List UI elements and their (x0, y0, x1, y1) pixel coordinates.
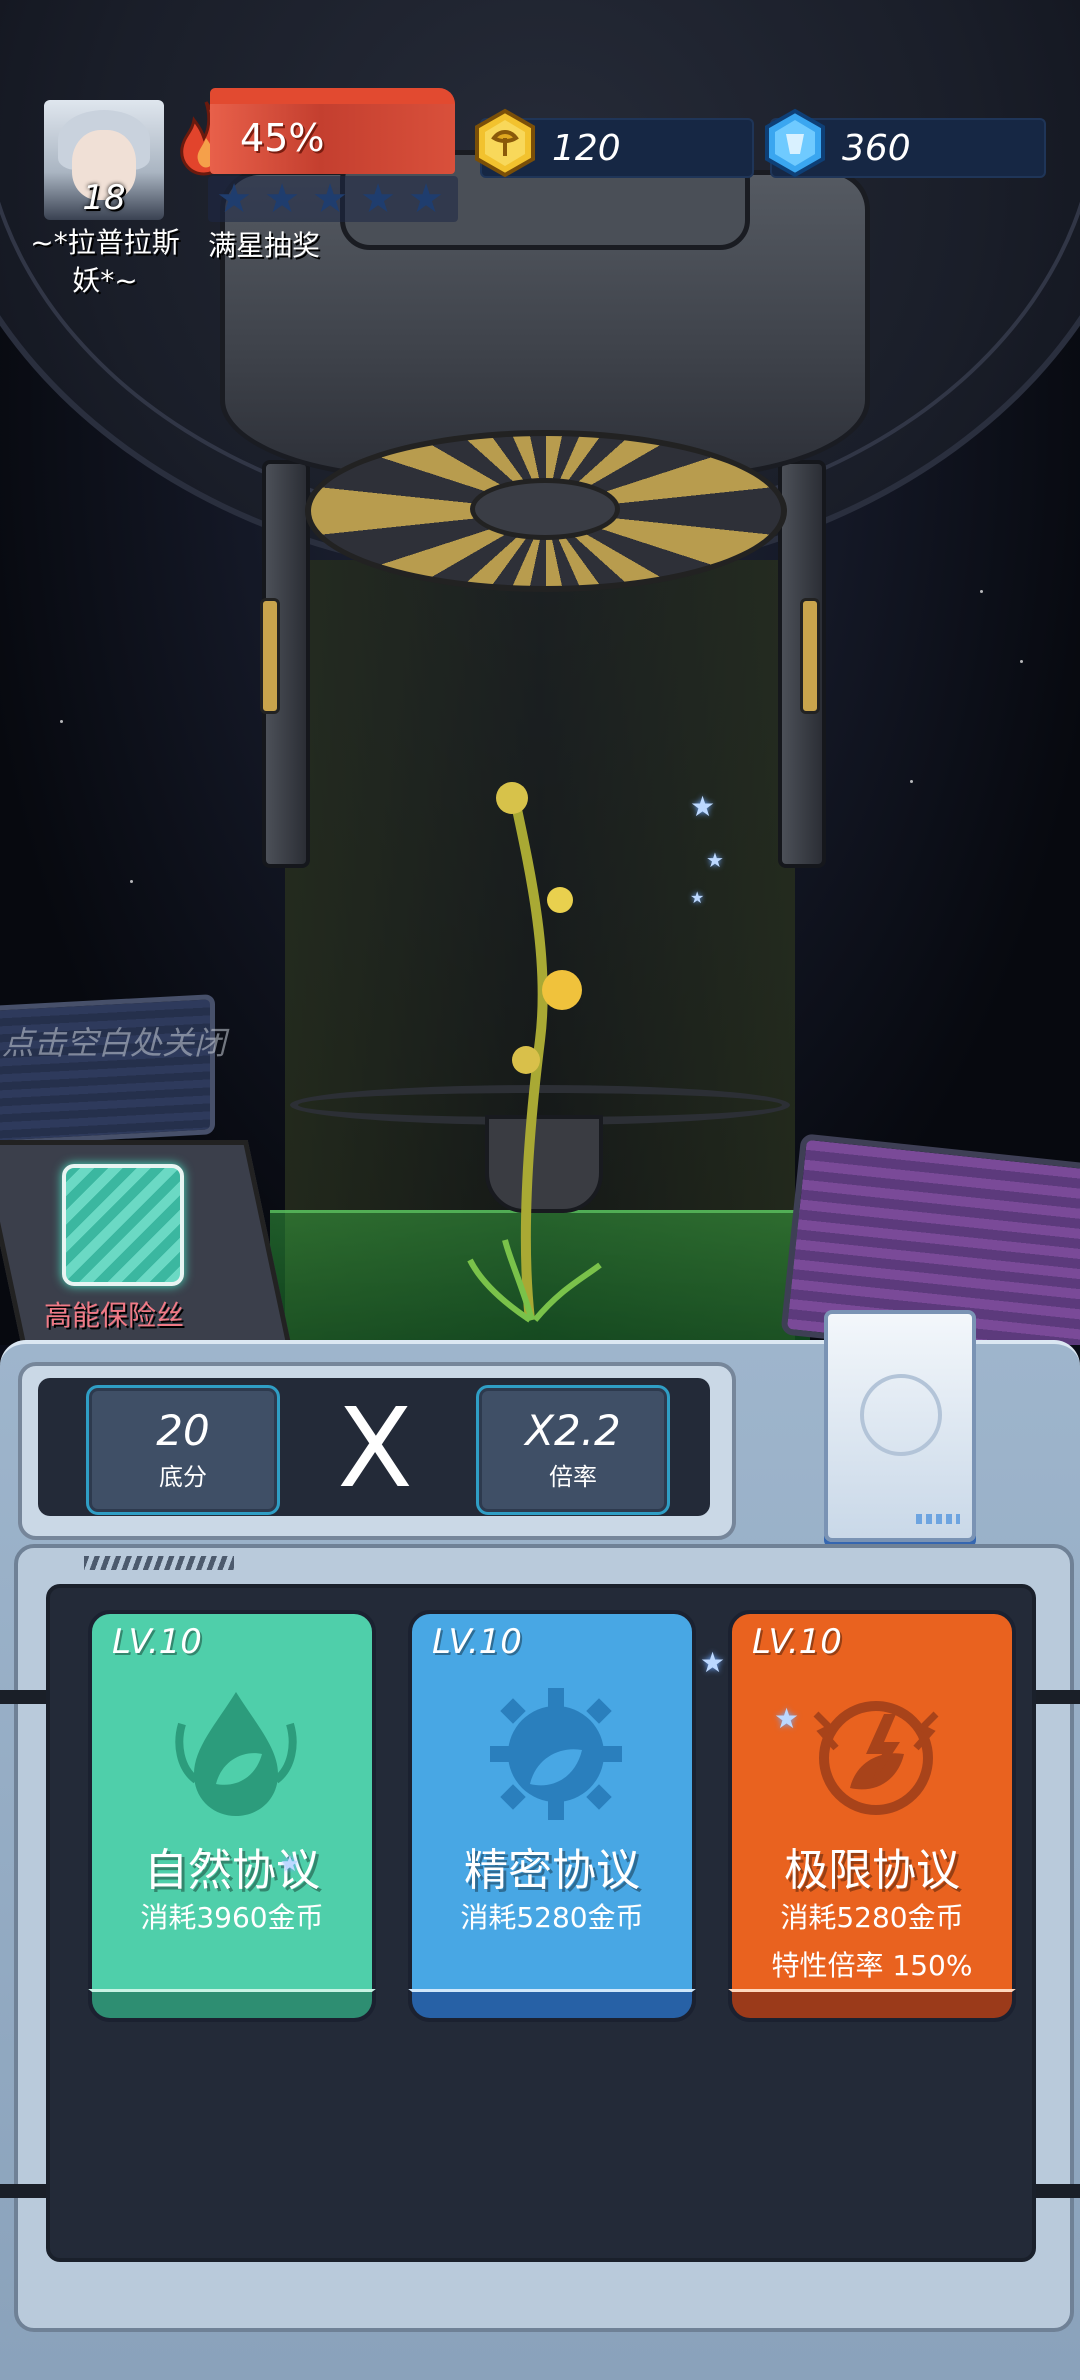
flower (542, 970, 582, 1010)
base-score-label: 底分 (159, 1463, 207, 1491)
lightning-leaf-icon (813, 1701, 939, 1815)
option-level: LV.10 (432, 1622, 522, 1662)
leaf-drop-icon (175, 1692, 297, 1816)
multiplier-value: X2.2 (525, 1406, 621, 1455)
option-level: LV.10 (112, 1622, 202, 1662)
gold-coin-icon (475, 108, 535, 178)
nature-protocol-card[interactable]: LV.10 自然协议 消耗3960金币 (88, 1610, 376, 2022)
multiply-sign: X (337, 1384, 413, 1512)
deck-emblem-icon (860, 1374, 942, 1456)
multiplier-box: X2.2 倍率 (476, 1385, 670, 1515)
star-dot (60, 720, 63, 723)
star-rating-row: ★ ★ ★ ★ ★ (208, 176, 458, 222)
player-level: 18 (82, 178, 126, 218)
multiplier-label: 倍率 (549, 1463, 597, 1491)
base-score-value: 20 (156, 1406, 210, 1455)
player-name: ~*拉普拉斯妖*~ (30, 226, 180, 297)
option-name: 极限协议 (784, 1845, 960, 1896)
star-slot-icon: ★ (360, 176, 396, 222)
sparkle-icon: ★ (690, 790, 716, 823)
fire-percent: 45% (240, 116, 325, 160)
plant-sprout (467, 782, 602, 1323)
star-dot (1020, 660, 1023, 663)
limit-protocol-card[interactable]: LV.10 极限协议 消耗5280金币 特性倍率 150% (728, 1610, 1016, 2022)
star-slot-icon: ★ (408, 176, 444, 222)
fuse-label: 高能保险丝 (44, 1299, 185, 1332)
gem-value: 360 (842, 128, 911, 169)
star-dot (980, 590, 983, 593)
sparkle-icon: ★ (280, 1852, 300, 1877)
card-base (408, 1989, 696, 2022)
option-cost: 消耗3960金币 (140, 1901, 324, 1934)
option-cost: 消耗5280金币 (780, 1901, 964, 1934)
blue-gem-icon (765, 108, 825, 178)
sparkle-icon: ★ (690, 888, 705, 907)
sparkle-icon: ★ (774, 1702, 800, 1735)
gold-value: 120 (552, 128, 621, 169)
pillar-light-right (800, 598, 820, 714)
option-name: 精密协议 (464, 1845, 640, 1896)
option-extra: 特性倍率 150% (771, 1949, 973, 1982)
fuse-icon[interactable] (62, 1164, 184, 1286)
star-dot (910, 780, 913, 783)
frame-bracket-left (0, 2184, 46, 2198)
fire-bar-flame (210, 88, 455, 104)
frame-bracket-right (1034, 1690, 1080, 1704)
card-base (88, 1989, 376, 2022)
star-slot-icon: ★ (312, 176, 348, 222)
frame-bracket-right (1034, 2184, 1080, 2198)
card-base (728, 1989, 1016, 2022)
deck-stripes (916, 1514, 960, 1524)
pillar-light-left (260, 598, 280, 714)
flower-bud (496, 782, 528, 814)
sparkle-icon: ★ (706, 848, 724, 872)
option-cost: 消耗5280金币 (460, 1901, 644, 1934)
option-level: LV.10 (752, 1622, 842, 1662)
precision-protocol-card[interactable]: LV.10 精密协议 消耗5280金币 (408, 1610, 696, 2022)
card-deck-icon[interactable] (824, 1310, 976, 1542)
full-star-draw-label[interactable]: 满星抽奖 (208, 224, 320, 264)
sparkle-icon: ★ (700, 1646, 726, 1679)
star-dot (130, 880, 133, 883)
close-hint: 点击空白处关闭 (2, 1024, 227, 1062)
base-score-box: 20 底分 (86, 1385, 280, 1515)
star-slot-icon: ★ (264, 176, 300, 222)
fan-hub (470, 478, 620, 540)
flower-bud (547, 887, 573, 913)
flower-bud (512, 1046, 540, 1074)
gear-leaf-icon (490, 1688, 622, 1820)
left-monitor (0, 994, 215, 1146)
star-slot-icon: ★ (216, 176, 252, 222)
frame-notch (84, 1556, 234, 1570)
frame-bracket-left (0, 1690, 46, 1704)
option-name: 自然协议 (144, 1845, 320, 1896)
